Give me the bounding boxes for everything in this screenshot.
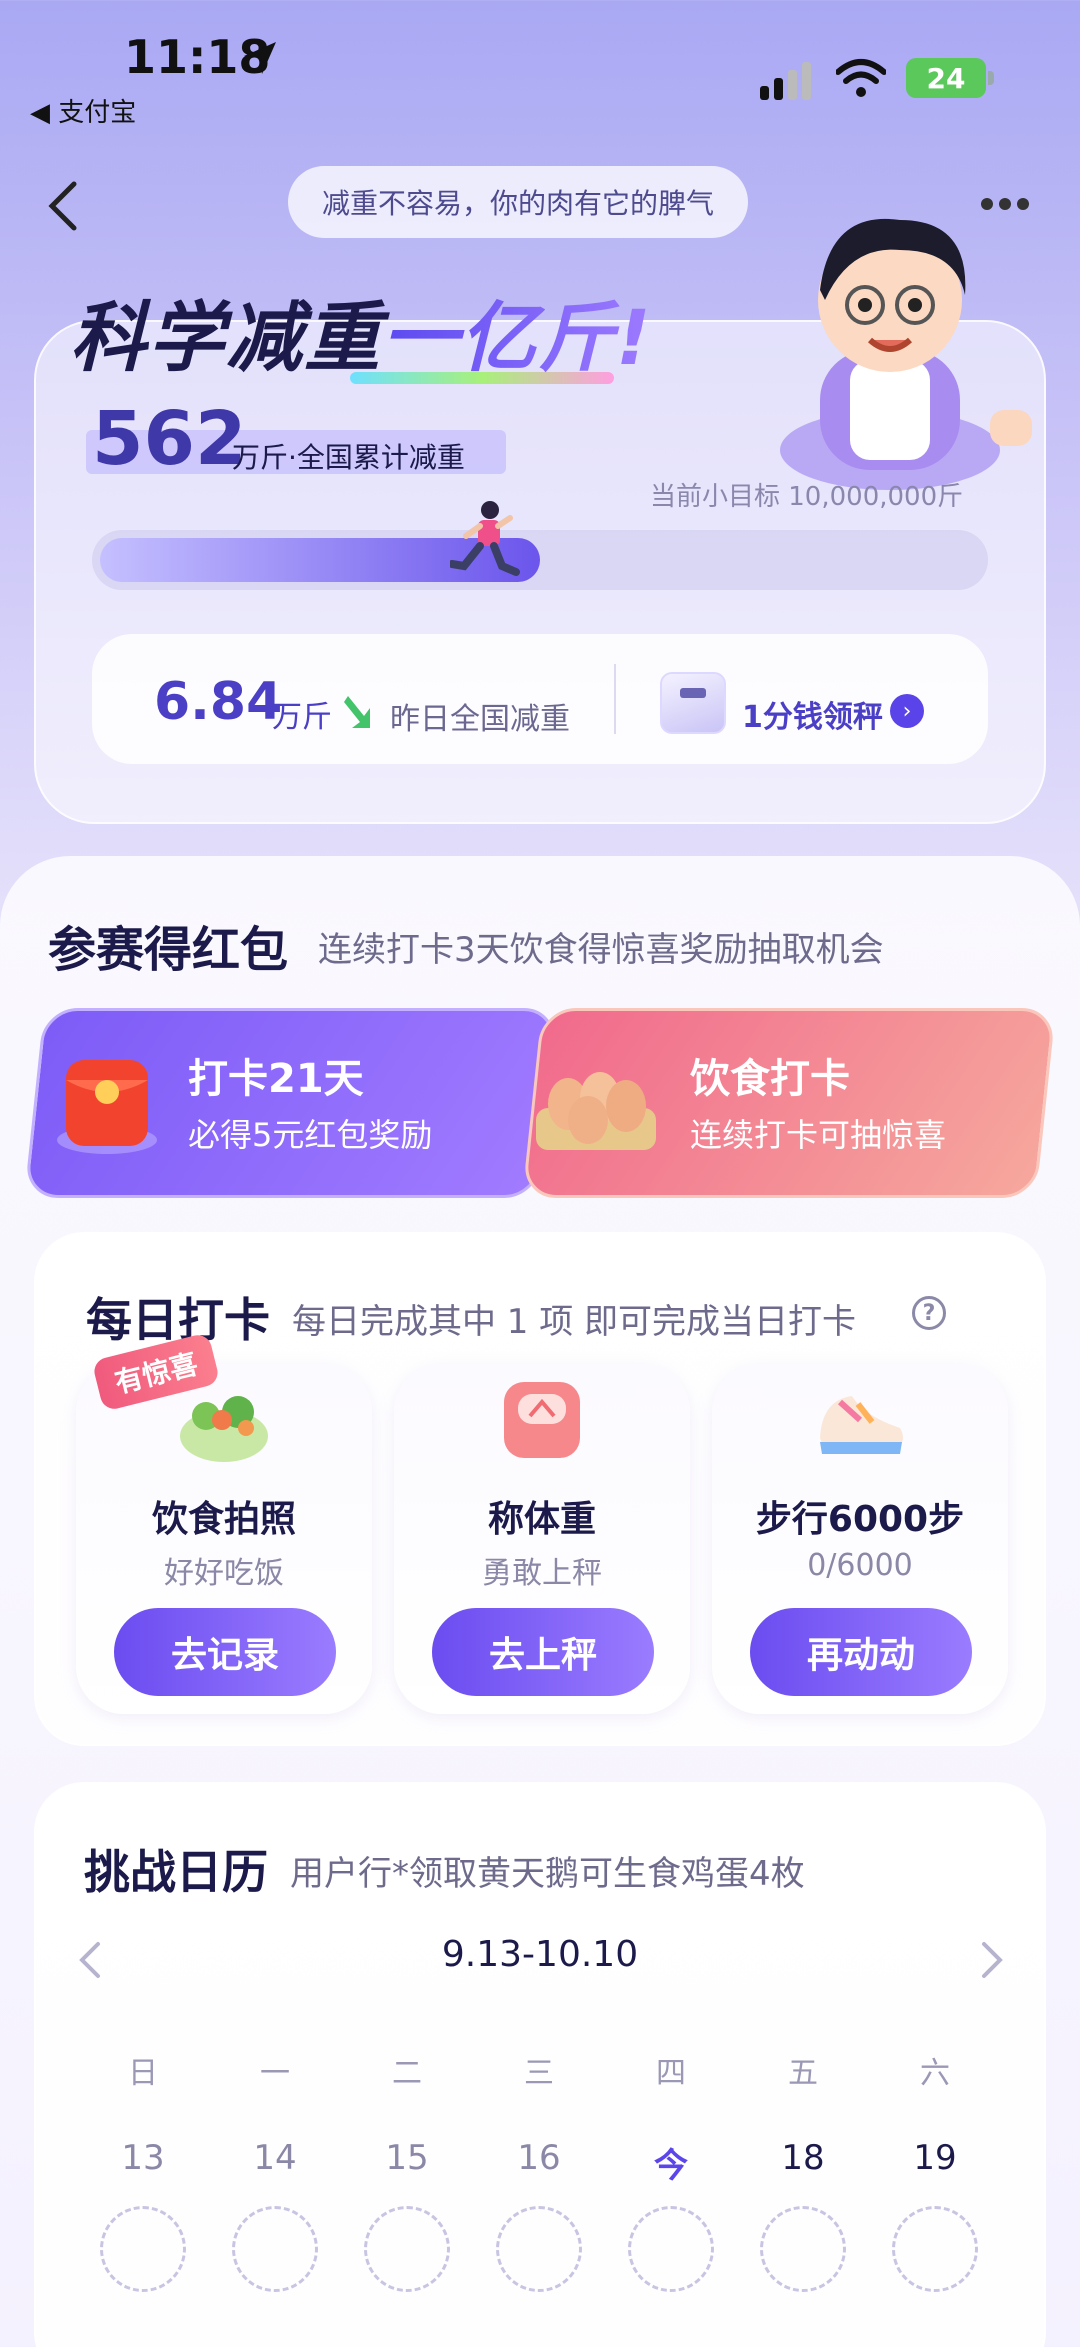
chevron-left-icon[interactable] bbox=[76, 1940, 106, 1980]
headline-underline bbox=[350, 372, 614, 384]
checkin-circle[interactable] bbox=[760, 2206, 846, 2292]
checkin-circle[interactable] bbox=[364, 2206, 450, 2292]
divider bbox=[614, 664, 616, 734]
calendar-day-today[interactable]: 今 bbox=[631, 2138, 711, 2187]
cellular-signal-icon bbox=[760, 62, 811, 100]
calendar-title: 挑战日历 bbox=[84, 1845, 268, 1899]
checkin-circle[interactable] bbox=[232, 2206, 318, 2292]
calendar-day[interactable]: 16 bbox=[499, 2138, 579, 2178]
yesterday-label: 昨日全国减重 bbox=[390, 702, 570, 737]
task-name: 步行6000步 bbox=[755, 1499, 965, 1540]
claim-scale-link[interactable]: 1分钱领秤 bbox=[742, 692, 883, 736]
red-packet-icon bbox=[57, 1060, 157, 1154]
calendar-day[interactable]: 15 bbox=[367, 2138, 447, 2178]
scale-icon bbox=[504, 1382, 580, 1458]
slogan-bubble: 减重不容易，你的肉有它的脾气 bbox=[288, 166, 749, 238]
task-name: 称体重 bbox=[487, 1499, 596, 1540]
yesterday-number: 6.84 bbox=[154, 672, 283, 732]
banner-left-subtitle: 必得5元红包奖励 bbox=[188, 1116, 433, 1154]
weekday-label: 二 bbox=[392, 2056, 422, 2091]
weekday-label: 一 bbox=[260, 2056, 290, 2091]
record-button[interactable]: 去记录 bbox=[114, 1608, 336, 1696]
banner-left-title: 打卡21天 bbox=[188, 1056, 364, 1102]
checkin-circle[interactable] bbox=[892, 2206, 978, 2292]
weekday-label: 三 bbox=[524, 2056, 554, 2091]
help-icon[interactable]: ? bbox=[912, 1296, 946, 1330]
wifi-icon bbox=[836, 59, 886, 97]
calendar-day[interactable]: 14 bbox=[235, 2138, 315, 2178]
banner-right-subtitle: 连续打卡可抽惊喜 bbox=[690, 1116, 947, 1154]
calendar-day[interactable]: 19 bbox=[895, 2138, 975, 2178]
contest-title: 参赛得红包 bbox=[48, 922, 289, 978]
calendar-day[interactable]: 18 bbox=[763, 2138, 843, 2178]
weekday-label: 日 bbox=[128, 2056, 158, 2091]
runner-icon bbox=[450, 501, 520, 576]
headline: 科学减重一亿斤! bbox=[70, 276, 653, 386]
task-desc: 勇敢上秤 bbox=[482, 1556, 602, 1591]
contest-subtitle: 连续打卡3天饮食得惊喜奖励抽取机会 bbox=[318, 930, 884, 970]
total-loss-label: 万斤·全国累计减重 bbox=[232, 441, 465, 474]
location-arrow-icon bbox=[244, 42, 276, 74]
checkin-circle[interactable] bbox=[100, 2206, 186, 2292]
headline-plain: 科学减重 bbox=[70, 293, 382, 382]
sneaker-icon bbox=[820, 1396, 903, 1454]
checkin-circle[interactable] bbox=[628, 2206, 714, 2292]
scale-product-icon[interactable] bbox=[660, 672, 726, 734]
calendar-range: 9.13-10.10 bbox=[441, 1934, 639, 1975]
chevron-right-icon[interactable]: › bbox=[890, 694, 924, 728]
calendar-subtitle: 用户行*领取黄天鹅可生食鸡蛋4枚 bbox=[290, 1854, 805, 1894]
task-name: 饮食拍照 bbox=[151, 1499, 296, 1540]
weekday-label: 六 bbox=[920, 2056, 950, 2091]
back-to-app-link[interactable]: ◀ 支付宝 bbox=[30, 92, 136, 129]
weekday-label: 四 bbox=[656, 2056, 686, 2091]
down-trend-icon bbox=[344, 696, 370, 728]
eggs-icon bbox=[536, 1072, 656, 1150]
boy-mascot-illustration bbox=[780, 218, 1032, 490]
banner-right-title: 饮食打卡 bbox=[690, 1056, 850, 1102]
back-arrow-icon[interactable] bbox=[44, 178, 84, 234]
checkin-circle[interactable] bbox=[496, 2206, 582, 2292]
yesterday-unit: 万斤 bbox=[272, 700, 332, 735]
calendar-day[interactable]: 13 bbox=[103, 2138, 183, 2178]
total-loss-number: 562 bbox=[92, 396, 247, 482]
battery-indicator: 24 bbox=[906, 58, 994, 98]
weigh-button[interactable]: 去上秤 bbox=[432, 1608, 654, 1696]
task-desc: 好好吃饭 bbox=[164, 1556, 284, 1591]
walk-more-button[interactable]: 再动动 bbox=[750, 1608, 972, 1696]
chevron-right-icon[interactable] bbox=[976, 1940, 1006, 1980]
headline-highlight: 一亿斤! bbox=[382, 293, 653, 382]
target-text: 当前小目标 10,000,000斤 bbox=[650, 482, 964, 512]
task-desc: 0/6000 bbox=[807, 1548, 913, 1583]
weekday-label: 五 bbox=[788, 2056, 818, 2091]
daily-subtitle: 每日完成其中 1 项 即可完成当日打卡 bbox=[292, 1302, 857, 1342]
